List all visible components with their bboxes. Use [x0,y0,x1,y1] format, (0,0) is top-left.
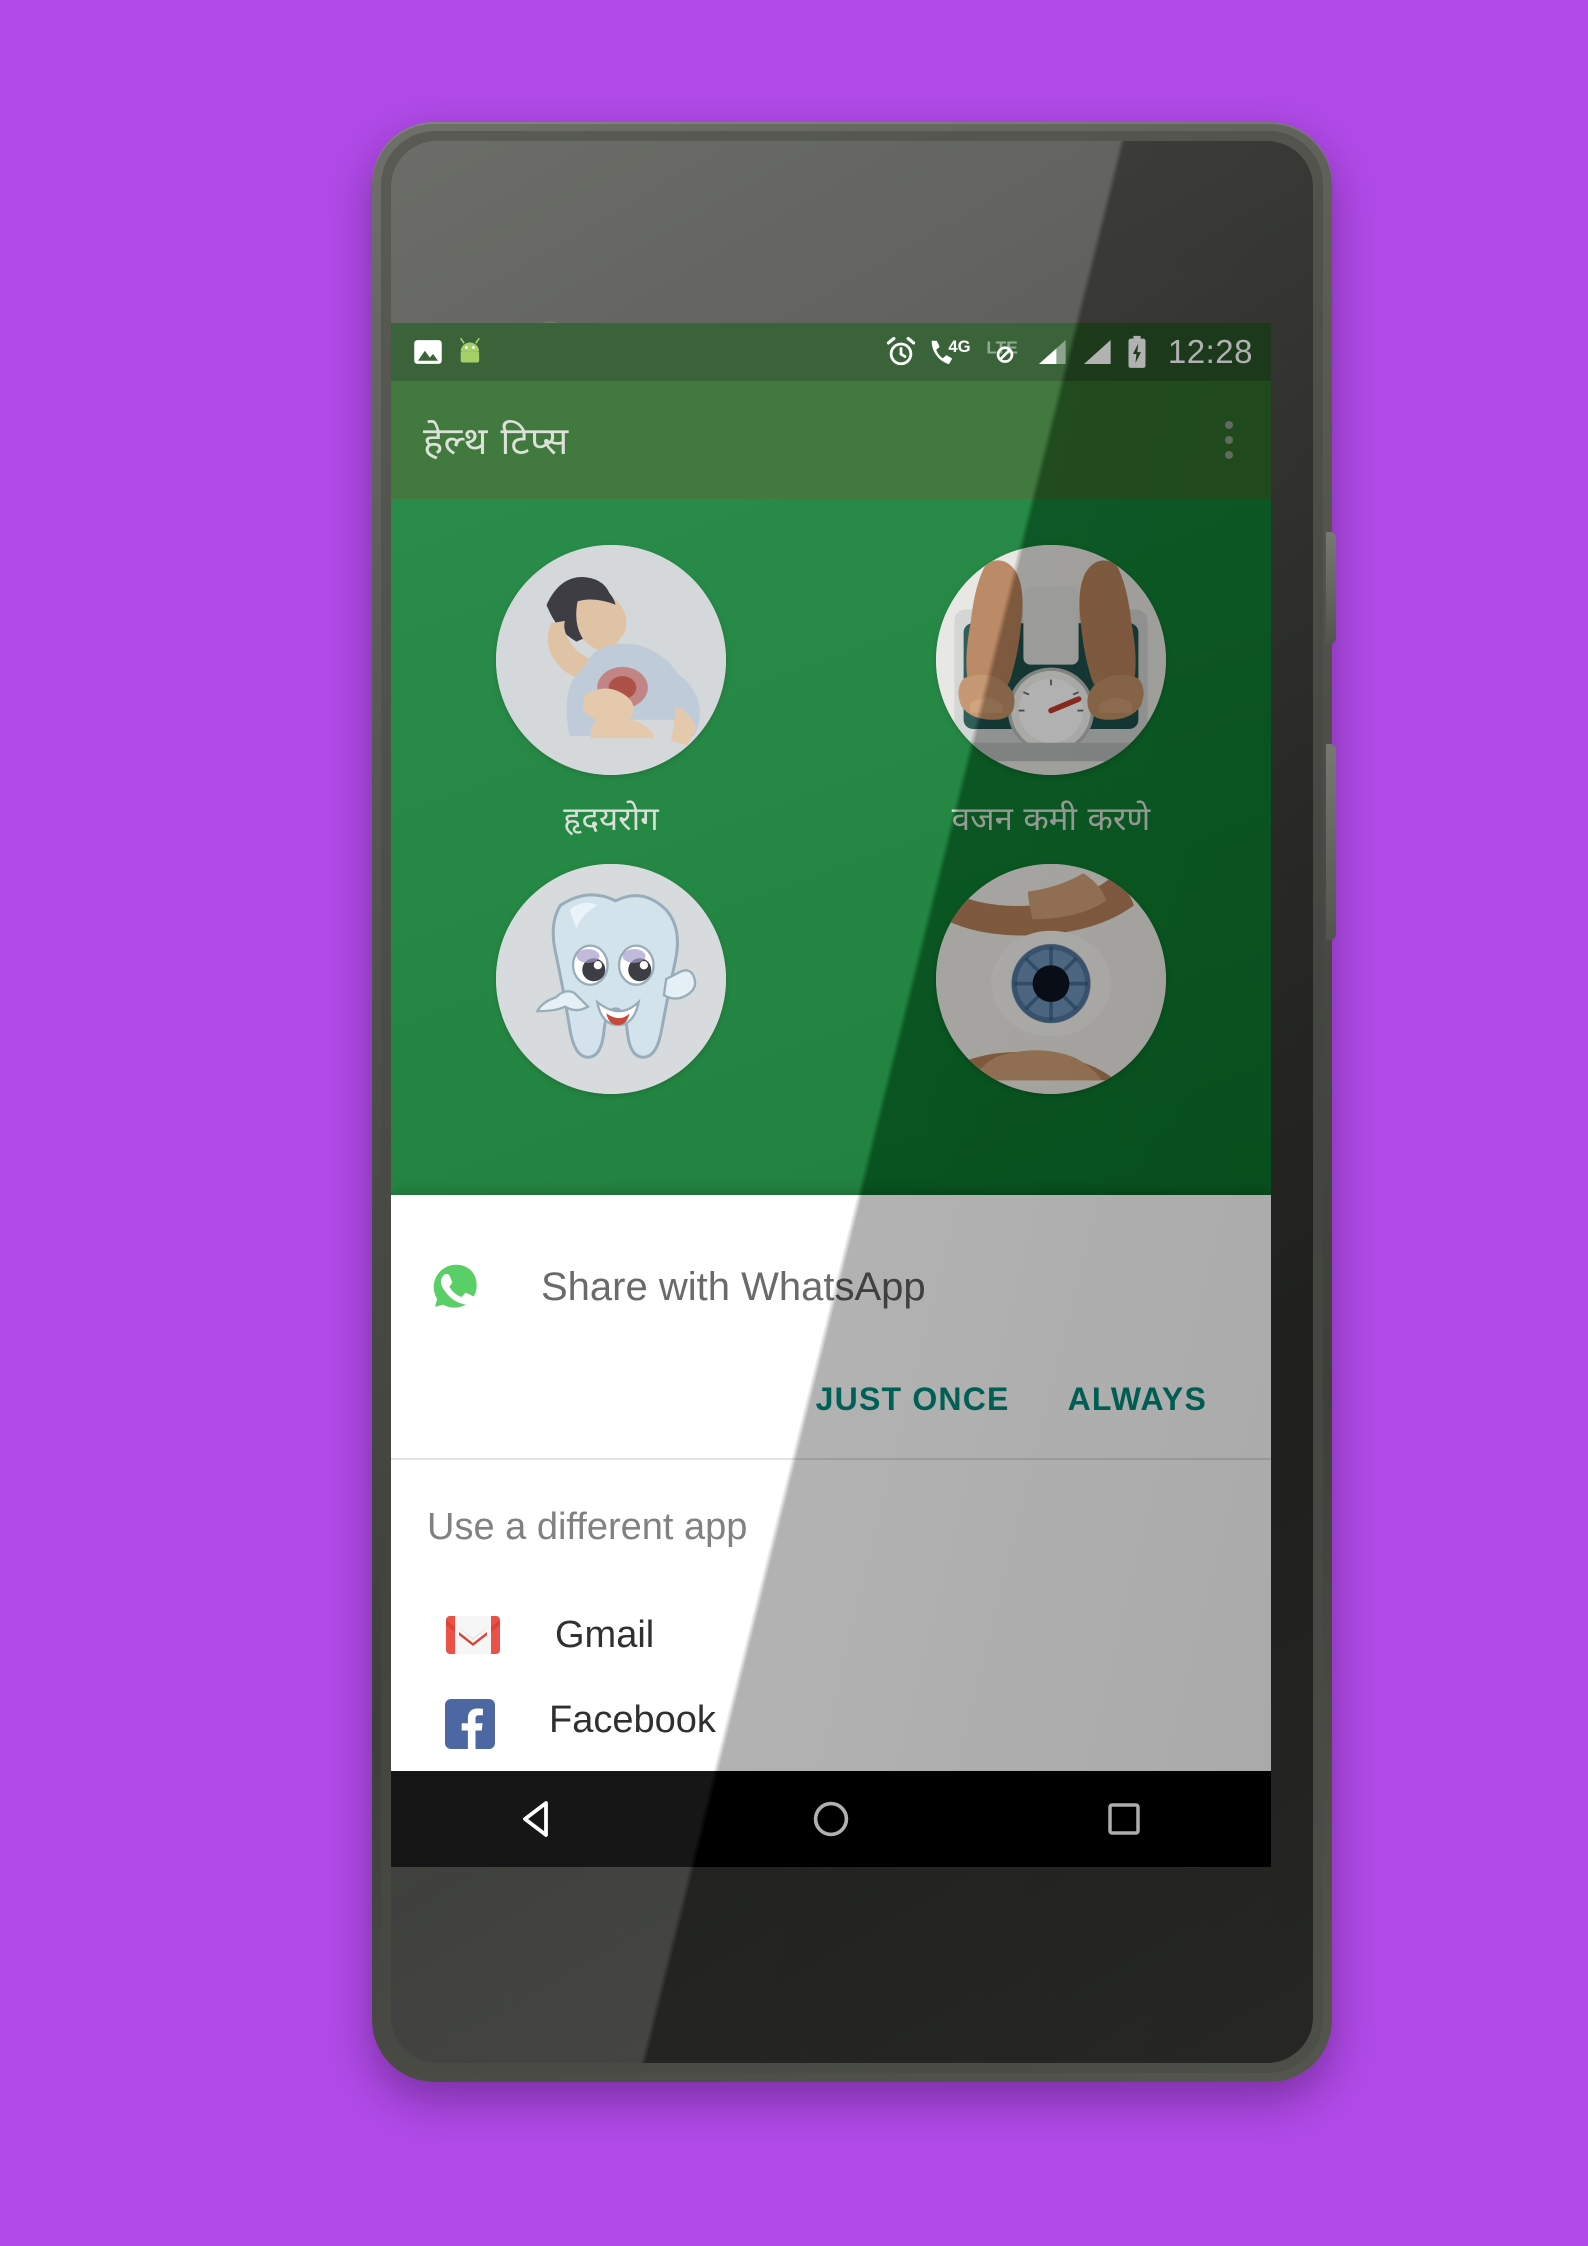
overflow-menu-icon[interactable] [1207,418,1251,462]
phone-front-glass: 4G LTE 12:28 हेल्थ टिप्स हृदयरोग वजन कमी… [391,141,1313,2063]
power-button[interactable] [1326,532,1336,644]
app-list-item-label: Gmail [555,1613,655,1656]
svg-text:4G: 4G [948,337,970,356]
status-bar: 4G LTE 12:28 [391,323,1271,381]
phone-body: 4G LTE 12:28 हेल्थ टिप्स हृदयरोग वजन कमी… [381,131,1323,2073]
facebook-icon [445,1699,495,1749]
status-bar-clock: 12:28 [1167,333,1253,370]
alarm-clock-icon [885,336,917,368]
share-dialog-actions: JUST ONCE ALWAYS [391,1333,1271,1458]
status-bar-right-icons: 4G LTE 12:28 [885,333,1253,371]
volume-button[interactable] [1326,744,1336,940]
status-bar-left-icons [413,337,489,367]
page-title: हेल्थ टिप्स [423,419,569,463]
app-list-item-facebook[interactable]: Facebook [391,1695,1271,1771]
tile-label: वजन कमी करणे [951,799,1151,838]
app-list-item-gmail[interactable]: Gmail [391,1575,1271,1695]
lte-disabled-icon: LTE [985,336,1025,368]
share-target-label: Share with WhatsApp [541,1264,926,1309]
man-chest-pain-image [496,545,726,775]
signal-bars-icon-1 [1036,336,1070,368]
gmail-icon [445,1613,501,1657]
use-different-app-label: Use a different app [427,1506,748,1548]
tile-label: हृदयरोग [563,799,659,838]
phone-4g-icon: 4G [928,336,974,368]
grid-tile-dental[interactable] [391,842,831,1114]
app-bar: हेल्थ टिप्स [391,381,1271,499]
signal-bars-icon-2 [1081,336,1115,368]
grid-tile-heart-disease[interactable]: हृदयरोग [391,523,831,840]
just-once-button[interactable]: JUST ONCE [792,1367,1034,1432]
app-list-item-label: Facebook [549,1699,716,1741]
grid-tile-eye-care[interactable] [831,842,1271,1114]
navigation-bar [391,1771,1271,1867]
phone-screen: 4G LTE 12:28 हेल्थ टिप्स हृदयरोग वजन कमी… [391,323,1271,1867]
home-button[interactable] [771,1771,891,1867]
grid-tile-weight-loss[interactable]: वजन कमी करणे [831,523,1271,840]
back-button[interactable] [478,1771,598,1867]
whatsapp-icon [427,1258,485,1316]
photo-icon [413,337,443,367]
always-button[interactable]: ALWAYS [1044,1367,1231,1432]
share-target-row[interactable]: Share with WhatsApp [391,1229,1271,1333]
phone-device: 4G LTE 12:28 हेल्थ टिप्स हृदयरोग वजन कमी… [372,122,1336,2082]
recents-button[interactable] [1064,1771,1184,1867]
share-dialog: Share with WhatsApp JUST ONCE ALWAYS Use… [391,1195,1271,1771]
cartoon-tooth-thumbs-up-image [496,864,726,1094]
battery-charging-icon [1126,335,1148,369]
feet-on-weighing-scale-image [936,545,1166,775]
eye-in-hands-image [936,864,1166,1094]
android-icon [457,337,489,367]
